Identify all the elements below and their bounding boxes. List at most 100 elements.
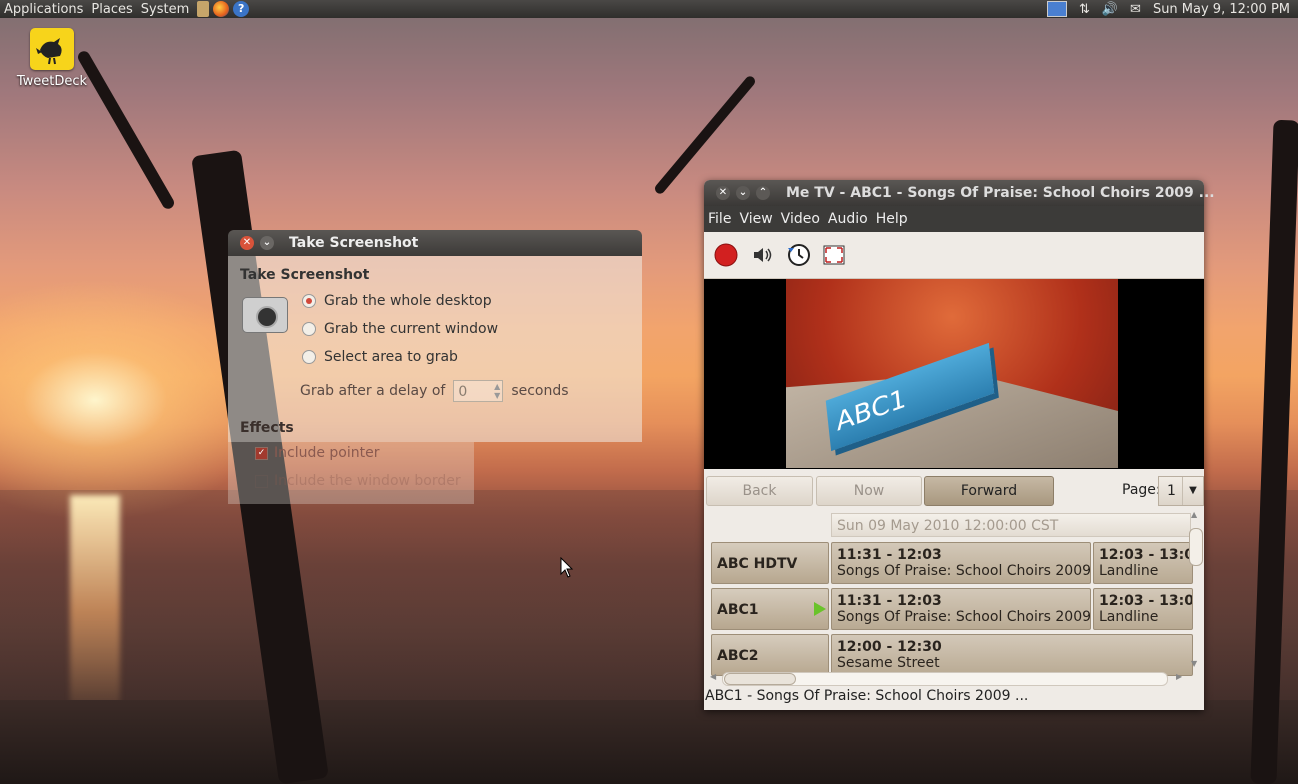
delay-unit: seconds — [511, 383, 569, 399]
program-cell[interactable]: 11:31 - 12:03 Songs Of Praise: School Ch… — [831, 588, 1091, 630]
fullscreen-icon[interactable] — [822, 243, 846, 267]
checkbox[interactable]: ✓ — [255, 446, 268, 460]
channel-button-abc-hdtv[interactable]: ABC HDTV — [711, 542, 829, 584]
page-select[interactable]: 1 ▼ — [1158, 476, 1204, 506]
forward-button[interactable]: Forward — [924, 476, 1054, 506]
panel-menu-places[interactable]: Places — [87, 2, 136, 17]
checkbox-label: Include pointer — [274, 445, 380, 461]
vertical-scrollbar[interactable]: ▲ ▼ — [1188, 510, 1203, 668]
program-title: Sesame Street — [837, 655, 940, 671]
volume-icon[interactable]: 🔊 — [1102, 2, 1118, 17]
clock[interactable]: Sun May 9, 12:00 PM — [1153, 2, 1290, 17]
scrollbar-thumb[interactable] — [1189, 528, 1203, 566]
metv-titlebar[interactable]: ✕ ⌄ ⌃ Me TV - ABC1 - Songs Of Praise: Sc… — [704, 180, 1215, 206]
delay-label: Grab after a delay of — [300, 383, 446, 399]
option-label: Select area to grab — [324, 349, 458, 365]
option-label: Grab the current window — [324, 321, 499, 337]
toolbar — [704, 232, 1204, 279]
scrollbar-thumb[interactable] — [724, 673, 796, 685]
chevron-down-icon[interactable]: ▼ — [1182, 477, 1203, 505]
system-tray: ⇅ 🔊 ✉ Sun May 9, 12:00 PM — [1046, 0, 1290, 18]
metv-window: ✕ ⌄ ⌃ Me TV - ABC1 - Songs Of Praise: Sc… — [704, 180, 1215, 710]
statusbar: ABC1 - Songs Of Praise: School Choirs 20… — [705, 688, 1029, 704]
menubar: File View Video Audio Help — [704, 206, 1204, 232]
delay-row: Grab after a delay of 0 ▲ ▼ seconds — [300, 380, 569, 402]
epg-navigation: Back Now Forward Page: 1 ▼ — [704, 472, 1204, 508]
checkbox-label: Include the window border — [274, 473, 461, 489]
radio-button[interactable] — [302, 350, 316, 364]
desktop-icon-tweetdeck[interactable]: TweetDeck — [12, 28, 92, 89]
scroll-up-icon[interactable]: ▲ — [1191, 510, 1197, 519]
back-button[interactable]: Back — [706, 476, 813, 506]
program-title: Landline — [1099, 563, 1159, 579]
schedule-icon[interactable] — [786, 243, 810, 267]
include-border-option[interactable]: Include the window border — [255, 473, 461, 489]
menu-audio[interactable]: Audio — [824, 211, 872, 227]
scroll-right-icon[interactable]: ▶ — [1176, 672, 1182, 681]
network-icon[interactable] — [1046, 1, 1067, 17]
video-frame: ABC1 — [786, 279, 1118, 468]
mail-icon[interactable]: ✉ — [1130, 2, 1141, 17]
program-cell[interactable]: 11:31 - 12:03 Songs Of Praise: School Ch… — [831, 542, 1091, 584]
page-value: 1 — [1167, 483, 1176, 499]
scroll-left-icon[interactable]: ◀ — [710, 672, 716, 681]
radio-button[interactable] — [302, 322, 316, 336]
page-label: Page: — [1122, 482, 1161, 498]
program-title: Songs Of Praise: School Choirs 2009 ... — [837, 563, 1091, 579]
epg-grid: Sun 09 May 2010 12:00:00 CST ABC HDTV 11… — [704, 510, 1204, 686]
option-whole-desktop[interactable]: Grab the whole desktop — [302, 293, 492, 309]
delay-spinner[interactable]: 0 ▲ ▼ — [453, 380, 504, 402]
program-cell[interactable]: 12:03 - 13:0 Landline — [1093, 542, 1193, 584]
option-label: Grab the whole desktop — [324, 293, 492, 309]
help-launcher-icon[interactable]: ? — [233, 1, 250, 17]
transfer-icon[interactable]: ⇅ — [1079, 2, 1090, 17]
window-title: Me TV - ABC1 - Songs Of Praise: School C… — [786, 185, 1215, 201]
program-title: Landline — [1099, 609, 1159, 625]
effects-heading: Effects — [240, 420, 294, 436]
play-icon — [814, 602, 826, 616]
program-time: 11:31 - 12:03 — [837, 593, 942, 609]
camera-icon — [242, 297, 288, 333]
panel-menu-system[interactable]: System — [137, 2, 193, 17]
panel-menu-applications[interactable]: Applications — [0, 2, 87, 17]
close-icon[interactable]: ✕ — [716, 186, 730, 200]
record-icon[interactable] — [714, 243, 738, 267]
top-panel: Applications Places System ? ⇅ 🔊 ✉ Sun M… — [0, 0, 1298, 18]
close-icon[interactable]: ✕ — [240, 236, 254, 250]
minimize-icon[interactable]: ⌄ — [736, 186, 750, 200]
channel-button-abc1[interactable]: ABC1 — [711, 588, 829, 630]
option-current-window[interactable]: Grab the current window — [302, 321, 498, 337]
radio-button[interactable] — [302, 294, 316, 308]
checkbox[interactable] — [255, 474, 268, 488]
minimize-icon[interactable]: ⌄ — [260, 236, 274, 250]
menu-video[interactable]: Video — [777, 211, 824, 227]
maximize-icon[interactable]: ⌃ — [756, 186, 770, 200]
include-pointer-option[interactable]: ✓ Include pointer — [255, 445, 380, 461]
channel-name: ABC1 — [717, 602, 759, 618]
scroll-down-icon[interactable]: ▼ — [1191, 659, 1197, 668]
volume-icon[interactable] — [750, 243, 774, 267]
program-title: Songs Of Praise: School Choirs 2009 ... — [837, 609, 1091, 625]
mouse-pointer-icon — [560, 557, 574, 578]
screenshot-dialog-titlebar[interactable]: ✕ ⌄ Take Screenshot — [228, 230, 642, 256]
epg-date-header: Sun 09 May 2010 12:00:00 CST — [831, 513, 1191, 537]
firefox-launcher-icon[interactable] — [213, 1, 230, 17]
terminal-launcher-icon[interactable] — [197, 1, 210, 17]
now-button[interactable]: Now — [816, 476, 922, 506]
option-select-area[interactable]: Select area to grab — [302, 349, 458, 365]
spinner-arrows-icon[interactable]: ▲ ▼ — [494, 382, 500, 400]
wallpaper-tree-branch — [652, 74, 758, 196]
menu-view[interactable]: View — [735, 211, 776, 227]
tweetdeck-icon — [30, 28, 74, 70]
program-time: 12:03 - 13:0 — [1099, 547, 1193, 563]
menu-help[interactable]: Help — [872, 211, 912, 227]
dialog-title: Take Screenshot — [289, 235, 419, 251]
program-cell[interactable]: 12:03 - 13:0 Landline — [1093, 588, 1193, 630]
wallpaper-sun-reflection — [70, 495, 120, 725]
video-display[interactable]: ABC1 — [704, 279, 1204, 469]
menu-file[interactable]: File — [704, 211, 735, 227]
delay-value: 0 — [458, 384, 468, 400]
program-time: 11:31 - 12:03 — [837, 547, 942, 563]
horizontal-scrollbar[interactable]: ◀ ▶ — [704, 670, 1188, 686]
desktop-icon-label: TweetDeck — [16, 74, 88, 89]
